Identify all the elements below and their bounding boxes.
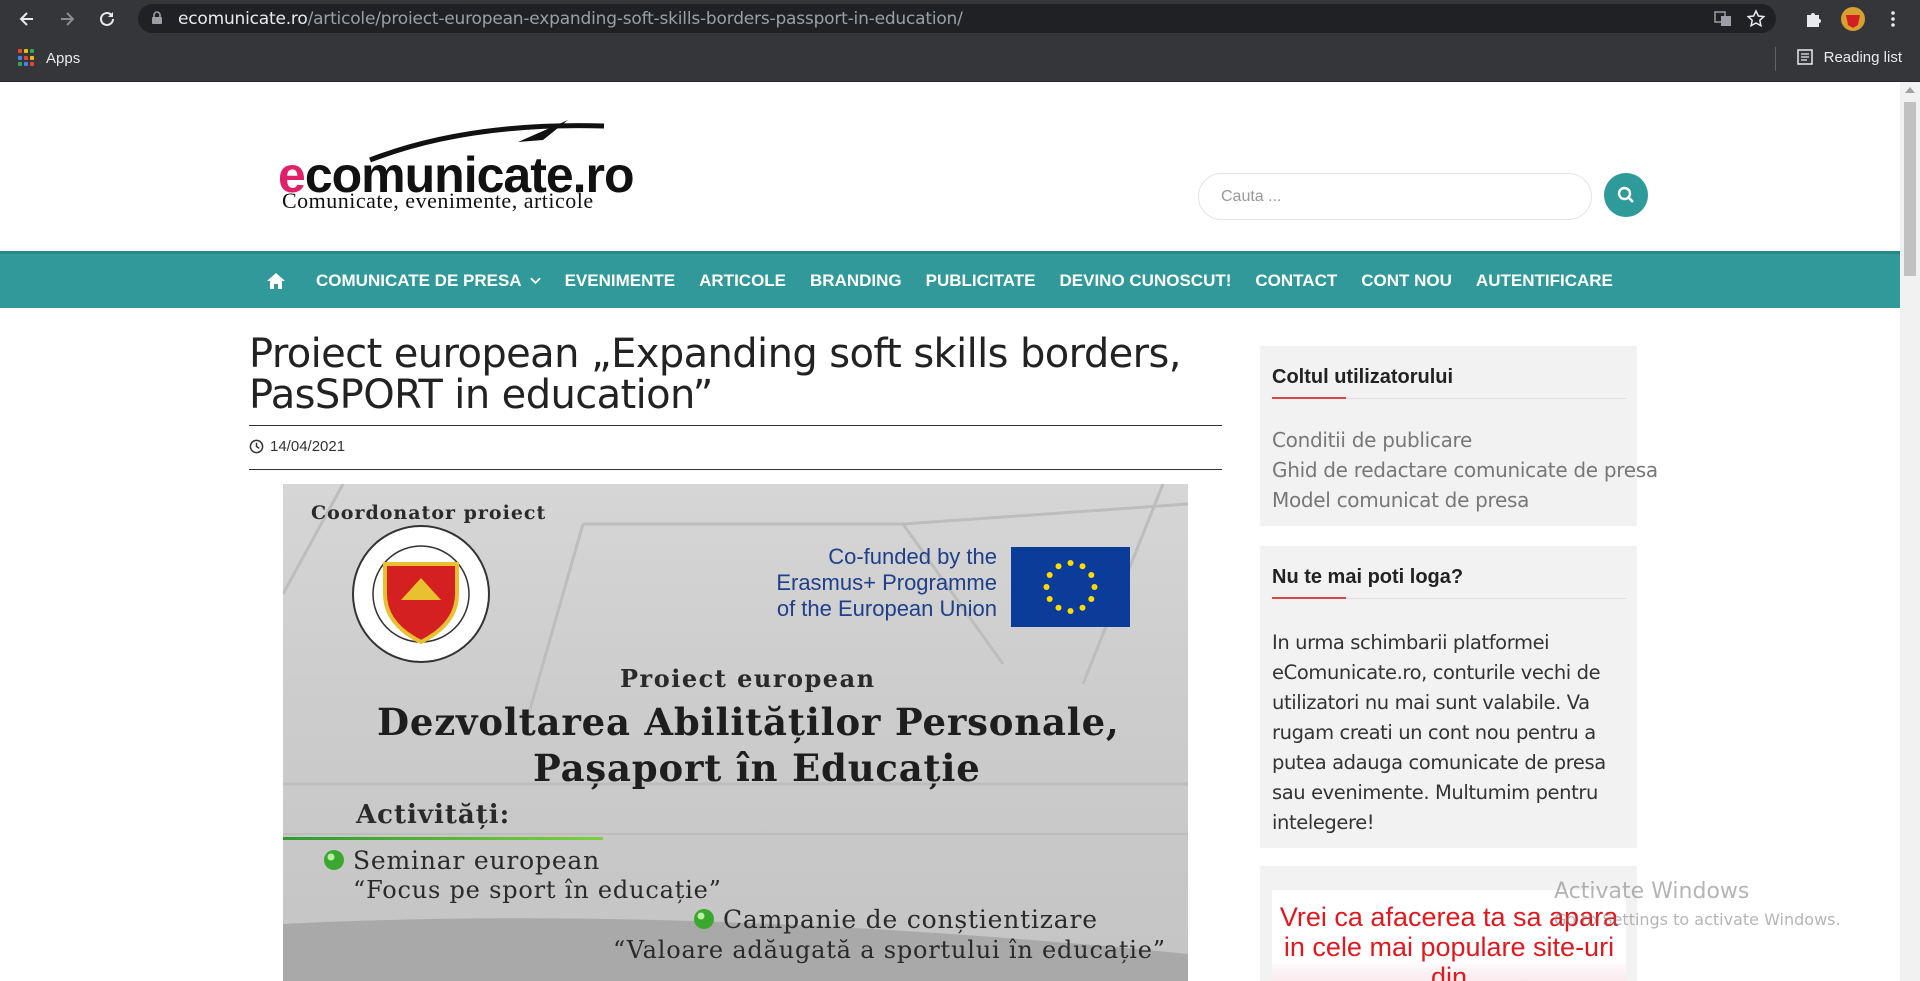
eu-line-3: of the European Union bbox=[776, 596, 997, 621]
eu-line-2: Erasmus+ Programme bbox=[776, 570, 997, 595]
poster-coordinator: Coordonator proiect bbox=[311, 502, 547, 524]
nav-comunicate-de-presa[interactable]: COMUNICATE DE PRESA bbox=[304, 271, 553, 291]
forward-button[interactable] bbox=[54, 6, 80, 32]
nav-autentificare[interactable]: AUTENTIFICARE bbox=[1464, 271, 1625, 291]
lock-icon bbox=[152, 11, 162, 24]
back-button[interactable] bbox=[14, 6, 40, 32]
eu-star-icon bbox=[1043, 584, 1050, 590]
nav-label: COMUNICATE DE PRESA bbox=[316, 271, 522, 290]
poster-green-rule bbox=[283, 837, 603, 840]
nav-contact[interactable]: CONTACT bbox=[1243, 271, 1349, 291]
title-divider bbox=[249, 425, 1222, 426]
search-input[interactable] bbox=[1199, 174, 1591, 219]
search-button[interactable] bbox=[1604, 173, 1648, 217]
eu-star-icon bbox=[1079, 563, 1086, 570]
eu-line-1: Co-funded by the bbox=[828, 544, 997, 569]
widget-coltul-utilizatorului: Coltul utilizatorului Conditii de public… bbox=[1260, 346, 1658, 526]
url-text: ecomunicate.ro/articole/proiect-european… bbox=[178, 9, 963, 29]
poster-activities-label: Activități: bbox=[356, 800, 511, 830]
widget-title: Coltul utilizatorului bbox=[1272, 366, 1454, 388]
bookmarks-divider bbox=[1775, 47, 1776, 71]
nav-evenimente[interactable]: EVENIMENTE bbox=[553, 271, 688, 291]
browser-toolbar: ecomunicate.ro/articole/proiect-european… bbox=[0, 0, 1920, 37]
scroll-up-arrow-icon[interactable] bbox=[1905, 87, 1915, 93]
widget-title-accent bbox=[1272, 397, 1346, 399]
poster-title-line-1: Dezvoltarea Abilităților Personale, bbox=[377, 700, 1120, 744]
activate-windows-subtitle: Go to Settings to activate Windows. bbox=[1554, 910, 1841, 929]
reading-list-button[interactable]: Reading list bbox=[1796, 48, 1902, 66]
nav-publicitate[interactable]: PUBLICITATE bbox=[914, 271, 1048, 291]
eu-star-icon bbox=[1055, 563, 1062, 570]
eu-star-icon bbox=[1046, 572, 1053, 578]
eu-star-icon bbox=[1067, 560, 1074, 566]
clock-icon bbox=[249, 439, 264, 454]
article-title: Proiect european „Expanding soft skills … bbox=[249, 331, 1181, 418]
eu-star-icon bbox=[1088, 596, 1095, 602]
page-scrollbar[interactable] bbox=[1900, 82, 1920, 981]
reload-icon bbox=[100, 11, 114, 26]
search-icon bbox=[1617, 186, 1634, 203]
eu-star-icon bbox=[1046, 596, 1053, 602]
star-icon[interactable] bbox=[1745, 8, 1767, 30]
puzzle-icon bbox=[1807, 13, 1821, 27]
avatar bbox=[1841, 7, 1865, 31]
article-date: 14/04/2021 bbox=[270, 438, 346, 455]
eu-star-icon bbox=[1091, 584, 1098, 590]
eu-star-icon bbox=[1067, 608, 1074, 614]
green-bullet-icon bbox=[324, 850, 344, 870]
nav-devino-cunoscut[interactable]: DEVINO CUNOSCUT! bbox=[1048, 271, 1244, 291]
poster-activity-2-title: Campanie de conștientizare bbox=[723, 905, 1098, 934]
main-navigation: COMUNICATE DE PRESA EVENIMENTE ARTICOLE … bbox=[0, 251, 1900, 308]
poster-subtitle: Proiect european bbox=[620, 664, 876, 693]
translate-icon[interactable] bbox=[1712, 8, 1734, 30]
chevron-down-icon bbox=[529, 277, 541, 285]
widget-title-accent bbox=[1272, 597, 1346, 599]
nav-articole[interactable]: ARTICOLE bbox=[687, 271, 798, 291]
back-arrow-icon bbox=[19, 12, 33, 26]
widget-body-text: In urma schimbarii platformei eComunicat… bbox=[1272, 631, 1606, 834]
link-conditii-de-publicare[interactable]: Conditii de publicare bbox=[1272, 428, 1472, 452]
poster-activity-2-sub: “Valoare adăugată a sportului în educați… bbox=[613, 936, 1166, 964]
scrollbar-thumb[interactable] bbox=[1904, 102, 1916, 276]
reload-button[interactable] bbox=[94, 6, 120, 32]
poster-activity-1-title: Seminar european bbox=[353, 846, 601, 875]
address-bar[interactable]: ecomunicate.ro/articole/proiect-european… bbox=[138, 4, 1776, 33]
activate-windows-title: Activate Windows bbox=[1554, 879, 1750, 904]
eu-star-icon bbox=[1079, 604, 1086, 611]
eu-star-icon bbox=[1088, 572, 1095, 578]
widget-nu-te-mai-poti-loga: Nu te mai poti loga? In urma schimbarii … bbox=[1260, 546, 1637, 848]
eu-cofunded-text: Co-funded by the Erasmus+ Programme of t… bbox=[757, 544, 997, 622]
activate-windows-watermark: Activate Windows Go to Settings to activ… bbox=[1554, 879, 1841, 929]
article-poster-image: Coordonator proiect Co-funded by the Era… bbox=[283, 484, 1188, 981]
extensions-button[interactable] bbox=[1800, 6, 1826, 32]
kebab-menu-icon bbox=[1891, 11, 1895, 27]
poster-title-line-2: Pașaport în Educație bbox=[533, 746, 981, 790]
article-meta: 14/04/2021 bbox=[249, 438, 345, 455]
link-model-comunicat[interactable]: Model comunicat de presa bbox=[1272, 488, 1529, 512]
poster-activity-1-sub: “Focus pe sport în educație” bbox=[353, 876, 722, 904]
search-box bbox=[1198, 173, 1592, 220]
eu-flag-icon bbox=[1011, 547, 1130, 627]
green-bullet-icon bbox=[694, 909, 714, 929]
nav-home[interactable] bbox=[262, 272, 304, 290]
forward-arrow-icon bbox=[61, 12, 75, 26]
bookmarks-bar: Apps Reading list bbox=[0, 37, 1920, 82]
eu-star-icon bbox=[1055, 604, 1062, 611]
web-page: ecomunicate.ro Comunicate, evenimente, a… bbox=[0, 82, 1900, 981]
widget-title: Nu te mai poti loga? bbox=[1272, 566, 1464, 588]
link-ghid-de-redactare[interactable]: Ghid de redactare comunicate de presa bbox=[1272, 458, 1658, 482]
nav-cont-nou[interactable]: CONT NOU bbox=[1349, 271, 1464, 291]
reading-list-label: Reading list bbox=[1823, 48, 1902, 66]
apps-shortcut[interactable]: Apps bbox=[18, 49, 80, 67]
logo-tagline: Comunicate, evenimente, articole bbox=[282, 188, 594, 213]
nav-branding[interactable]: BRANDING bbox=[798, 271, 914, 291]
profile-button[interactable] bbox=[1840, 6, 1866, 32]
apps-label: Apps bbox=[46, 49, 81, 67]
apps-grid-icon bbox=[18, 49, 36, 67]
club-badge-logo bbox=[352, 525, 490, 663]
home-icon bbox=[267, 273, 285, 289]
meta-divider bbox=[249, 469, 1222, 470]
menu-button[interactable] bbox=[1880, 6, 1906, 32]
reading-list-icon bbox=[1796, 49, 1813, 65]
